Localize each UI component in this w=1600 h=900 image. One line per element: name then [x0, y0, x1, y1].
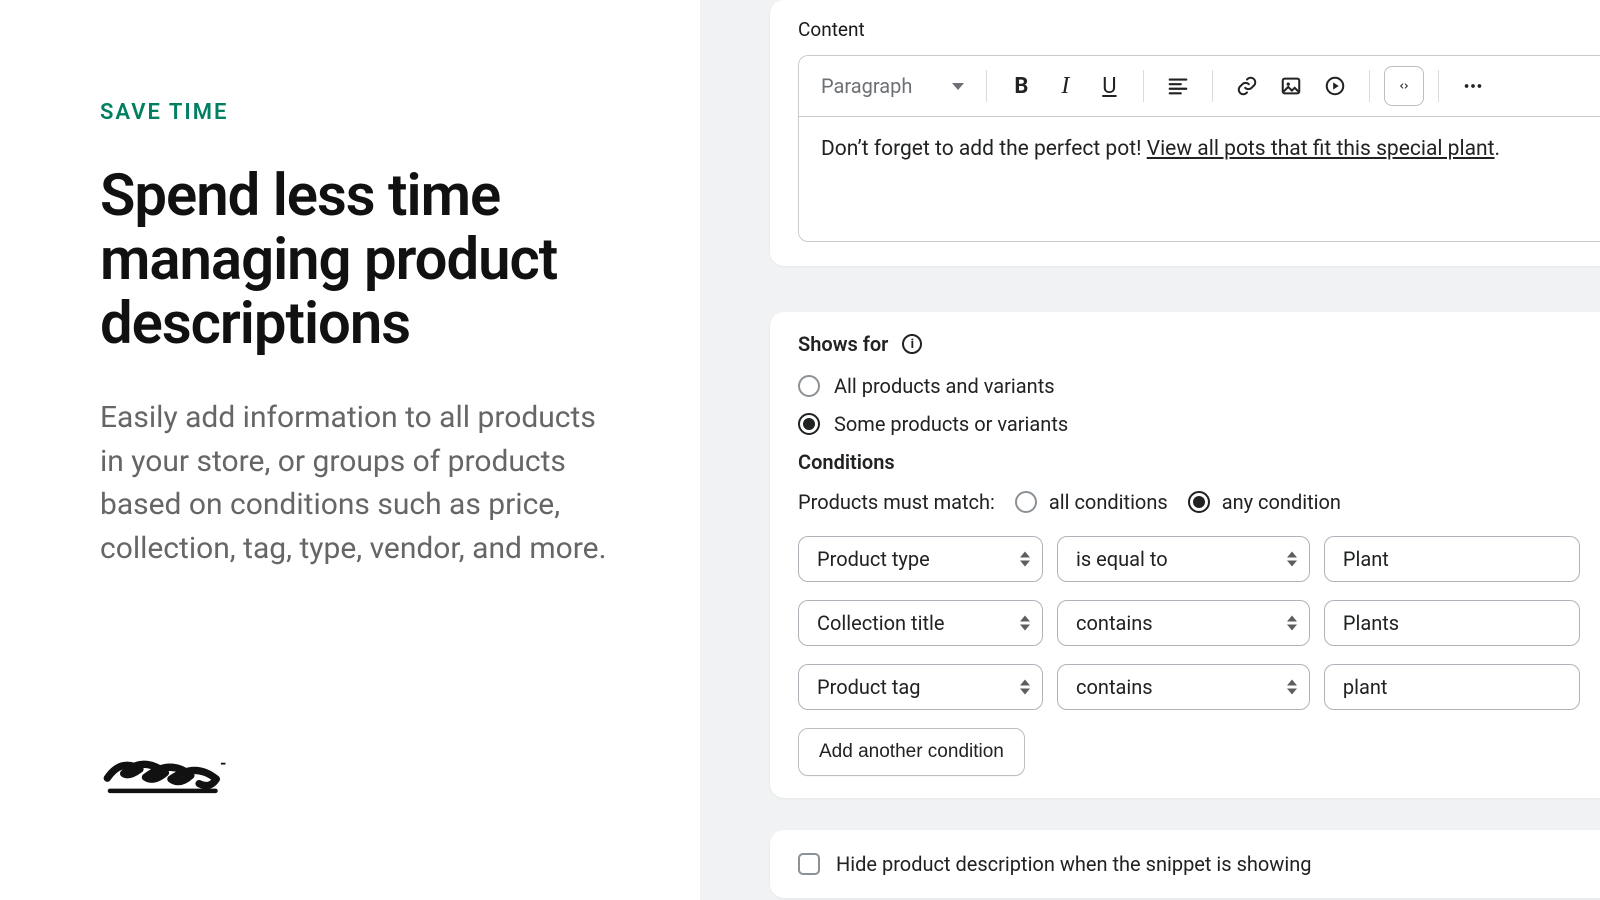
stepper-icon [1020, 680, 1030, 695]
brand-logo [100, 750, 620, 800]
condition-value-input[interactable]: Plants [1324, 600, 1580, 646]
content-editor-card: Content Paragraph B I U [770, 0, 1600, 266]
condition-operator-select[interactable]: is equal to [1057, 536, 1310, 582]
code-view-button[interactable] [1384, 66, 1424, 106]
condition-field-select[interactable]: Product type [798, 536, 1043, 582]
editor-text-after: . [1494, 137, 1500, 161]
stepper-icon [1287, 616, 1297, 631]
editor-toolbar: Paragraph B I U [798, 55, 1600, 116]
condition-row: Product type is equal to Plant [798, 536, 1600, 582]
hide-description-card: Hide product description when the snippe… [770, 830, 1600, 898]
condition-field-value: Product type [817, 547, 930, 571]
condition-value-text: Plant [1343, 547, 1389, 571]
stepper-icon [1287, 552, 1297, 567]
play-circle-icon [1324, 75, 1346, 97]
condition-field-select[interactable]: Collection title [798, 600, 1043, 646]
info-icon[interactable]: i [902, 334, 922, 354]
toolbar-separator [1143, 70, 1144, 102]
condition-value-input[interactable]: plant [1324, 664, 1580, 710]
radio-all-products-label: All products and variants [834, 374, 1055, 398]
condition-value-text: plant [1343, 675, 1388, 699]
shows-for-label: Shows for [798, 332, 888, 356]
image-button[interactable] [1271, 66, 1311, 106]
condition-operator-select[interactable]: contains [1057, 600, 1310, 646]
code-icon [1399, 75, 1409, 97]
bold-button[interactable]: B [1001, 66, 1041, 106]
underline-button[interactable]: U [1089, 66, 1129, 106]
condition-operator-select[interactable]: contains [1057, 664, 1310, 710]
add-condition-button[interactable]: Add another condition [798, 728, 1025, 776]
more-horizontal-icon [1462, 75, 1484, 97]
eyebrow: SAVE TIME [100, 100, 620, 125]
condition-field-value: Product tag [817, 675, 921, 699]
radio-some-products-label: Some products or variants [834, 412, 1068, 436]
hide-description-checkbox[interactable] [798, 853, 820, 875]
match-label: Products must match: [798, 490, 995, 514]
condition-operator-value: contains [1076, 611, 1153, 635]
page-subhead: Easily add information to all products i… [100, 396, 620, 570]
align-button[interactable] [1158, 66, 1198, 106]
condition-operator-value: is equal to [1076, 547, 1168, 571]
hide-description-label: Hide product description when the snippe… [836, 852, 1311, 876]
shows-for-card: Shows for i All products and variants So… [770, 312, 1600, 798]
station-logo-icon [100, 750, 240, 800]
stepper-icon [1020, 616, 1030, 631]
toolbar-separator [1438, 70, 1439, 102]
condition-field-select[interactable]: Product tag [798, 664, 1043, 710]
condition-value-text: Plants [1343, 611, 1399, 635]
editor-link[interactable]: View all pots that fit this special plan… [1147, 137, 1495, 161]
condition-row: Product tag contains plant [798, 664, 1600, 710]
condition-row: Collection title contains Plants [798, 600, 1600, 646]
radio-match-any-label: any condition [1222, 490, 1341, 514]
block-style-select[interactable]: Paragraph [813, 70, 972, 102]
toolbar-separator [1369, 70, 1370, 102]
content-label: Content [798, 18, 1600, 41]
editor-text: Don’t forget to add the perfect pot! [821, 137, 1147, 161]
more-button[interactable] [1453, 66, 1493, 106]
image-icon [1280, 75, 1302, 97]
chevron-down-icon [952, 83, 964, 90]
link-icon [1236, 75, 1258, 97]
link-button[interactable] [1227, 66, 1267, 106]
radio-match-any[interactable] [1188, 491, 1210, 513]
page-headline: Spend less time managing product descrip… [100, 165, 620, 356]
condition-operator-value: contains [1076, 675, 1153, 699]
stepper-icon [1287, 680, 1297, 695]
radio-match-all[interactable] [1015, 491, 1037, 513]
condition-value-input[interactable]: Plant [1324, 536, 1580, 582]
radio-all-products[interactable] [798, 375, 820, 397]
toolbar-separator [986, 70, 987, 102]
block-style-value: Paragraph [821, 74, 912, 98]
rich-text-editor[interactable]: Don’t forget to add the perfect pot! Vie… [798, 116, 1600, 242]
video-button[interactable] [1315, 66, 1355, 106]
radio-match-all-label: all conditions [1049, 490, 1168, 514]
align-left-icon [1167, 75, 1189, 97]
radio-some-products[interactable] [798, 413, 820, 435]
conditions-heading: Conditions [798, 450, 1600, 474]
stepper-icon [1020, 552, 1030, 567]
toolbar-separator [1212, 70, 1213, 102]
italic-button[interactable]: I [1045, 66, 1085, 106]
condition-field-value: Collection title [817, 611, 944, 635]
